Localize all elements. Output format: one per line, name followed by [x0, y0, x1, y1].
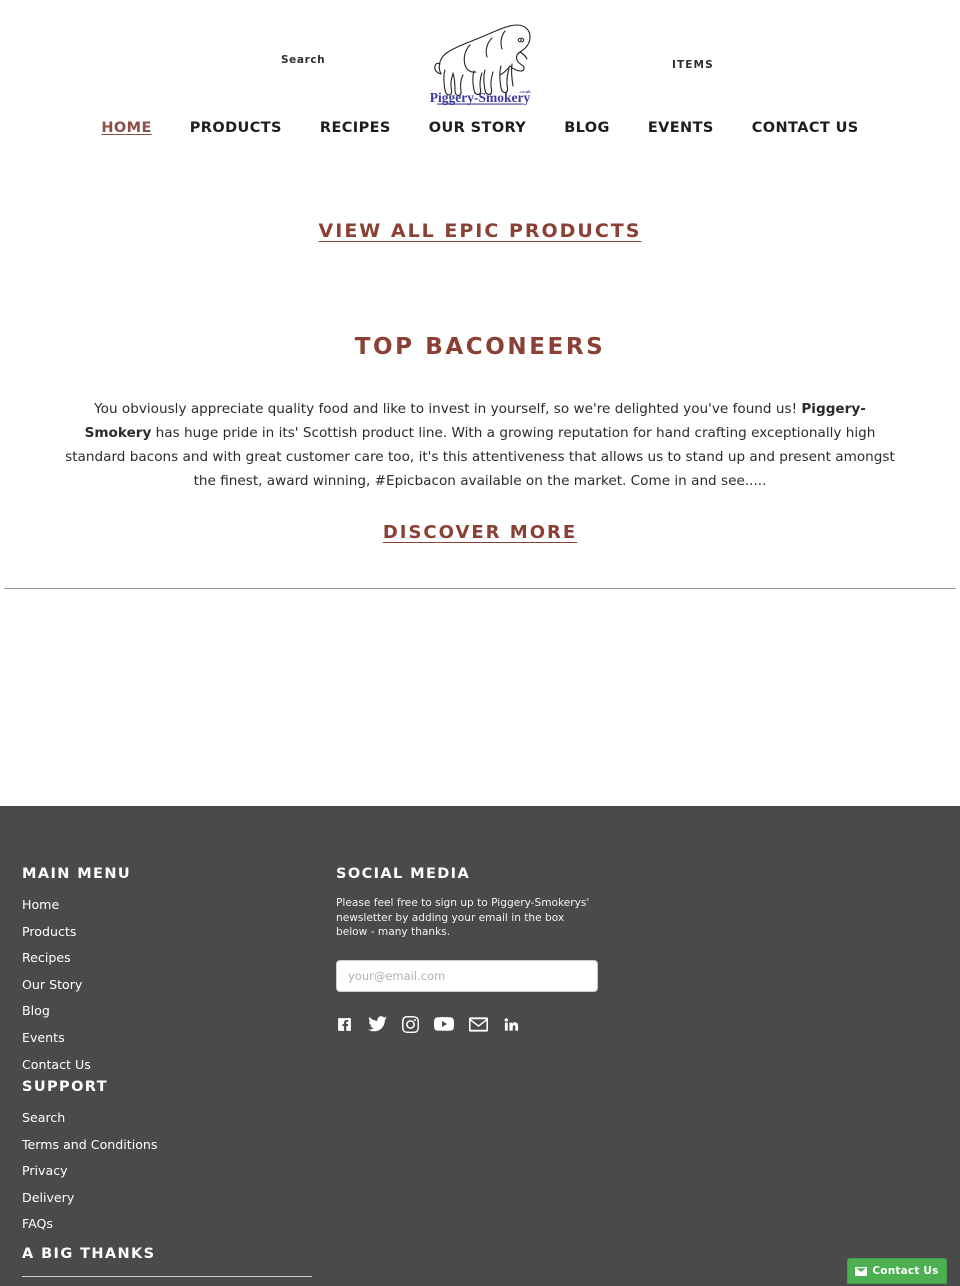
- nav-item-contact-us[interactable]: CONTACT US: [733, 118, 878, 138]
- footer-link-events[interactable]: Events: [22, 1030, 65, 1045]
- footer-link-privacy[interactable]: Privacy: [22, 1163, 68, 1178]
- footer-support-title: SUPPORT: [22, 1079, 109, 1095]
- nav-item-blog[interactable]: BLOG: [545, 118, 629, 138]
- footer-social-title: SOCIAL MEDIA: [336, 866, 471, 882]
- footer-link-home[interactable]: Home: [22, 897, 59, 912]
- nav-item-products[interactable]: PRODUCTS: [171, 118, 301, 138]
- facebook-icon[interactable]: [336, 1016, 353, 1033]
- footer-main-menu-title: MAIN MENU: [22, 866, 132, 882]
- content-divider: [4, 588, 956, 589]
- discover-more-row: DISCOVER MORE: [0, 522, 960, 543]
- thanks-divider: [22, 1276, 312, 1277]
- list-item: Products: [22, 923, 322, 941]
- footer-link-terms[interactable]: Terms and Conditions: [22, 1137, 157, 1152]
- list-item: Privacy: [22, 1162, 322, 1180]
- footer-link-faqs[interactable]: FAQs: [22, 1216, 53, 1231]
- list-item: FAQs: [22, 1215, 322, 1233]
- footer-thanks-column: A BIG THANKS Thank you folks for looking…: [22, 1246, 322, 1286]
- list-item: Blog: [22, 1002, 322, 1020]
- footer-newsletter-text: Please feel free to sign up to Piggery-S…: [336, 897, 590, 938]
- search-link[interactable]: Search: [281, 54, 325, 66]
- footer-link-contact-us[interactable]: Contact Us: [22, 1057, 91, 1072]
- list-item: Our Story: [22, 976, 322, 994]
- footer-thanks-title: A BIG THANKS: [22, 1246, 156, 1262]
- footer-link-delivery[interactable]: Delivery: [22, 1190, 74, 1205]
- list-item: Search: [22, 1109, 322, 1127]
- footer-link-our-story[interactable]: Our Story: [22, 977, 82, 992]
- nav-item-home[interactable]: HOME: [82, 118, 170, 138]
- footer-link-blog[interactable]: Blog: [22, 1003, 50, 1018]
- envelope-icon: [855, 1266, 868, 1276]
- nav-item-recipes[interactable]: RECIPES: [301, 118, 410, 138]
- site-header: Search ITEMS Piggery-Smokery .co.uk: [0, 0, 960, 118]
- contact-us-widget-button[interactable]: Contact Us: [847, 1258, 947, 1284]
- list-item: Contact Us: [22, 1056, 322, 1074]
- twitter-icon[interactable]: [368, 1015, 387, 1033]
- footer-support-column: SUPPORT Search Terms and Conditions Priv…: [22, 1079, 322, 1242]
- footer-support-list: Search Terms and Conditions Privacy Deli…: [22, 1109, 322, 1233]
- list-item: Delivery: [22, 1189, 322, 1207]
- nav-item-events[interactable]: EVENTS: [629, 118, 733, 138]
- instagram-icon[interactable]: [402, 1015, 419, 1033]
- intro-text-part2: has huge pride in its' Scottish product …: [65, 425, 895, 489]
- logo-tld: .co.uk: [519, 89, 531, 94]
- footer-main-menu-list: Home Products Recipes Our Story Blog Eve…: [22, 896, 322, 1074]
- footer-main-menu-column: MAIN MENU Home Products Recipes Our Stor…: [22, 866, 322, 1082]
- cart-items-link[interactable]: ITEMS: [672, 59, 714, 71]
- main-content: VIEW ALL EPIC PRODUCTS TOP BACONEERS You…: [0, 156, 960, 1286]
- list-item: Home: [22, 896, 322, 914]
- list-item: Events: [22, 1029, 322, 1047]
- intro-paragraph: You obviously appreciate quality food an…: [64, 397, 896, 493]
- list-item: Terms and Conditions: [22, 1136, 322, 1154]
- footer-link-products[interactable]: Products: [22, 924, 76, 939]
- linkedin-icon[interactable]: [503, 1016, 519, 1032]
- section-title-top-baconeers: TOP BACONEERS: [354, 334, 606, 360]
- nav-item-our-story[interactable]: OUR STORY: [410, 118, 545, 138]
- footer-link-search[interactable]: Search: [22, 1110, 65, 1125]
- contact-us-widget-label: Contact Us: [872, 1265, 939, 1277]
- intro-text-part1: You obviously appreciate quality food an…: [94, 401, 802, 417]
- site-logo[interactable]: Piggery-Smokery .co.uk: [422, 14, 538, 106]
- view-all-products-row: VIEW ALL EPIC PRODUCTS: [0, 156, 960, 242]
- social-icon-row: [336, 1015, 606, 1033]
- discover-more-link[interactable]: DISCOVER MORE: [383, 522, 577, 543]
- newsletter-email-input[interactable]: [336, 959, 598, 992]
- youtube-icon[interactable]: [434, 1016, 454, 1032]
- site-footer: MAIN MENU Home Products Recipes Our Stor…: [0, 806, 960, 1286]
- list-item: Recipes: [22, 949, 322, 967]
- footer-link-recipes[interactable]: Recipes: [22, 950, 71, 965]
- footer-social-column: SOCIAL MEDIA Please feel free to sign up…: [336, 866, 606, 1033]
- main-navigation: HOME PRODUCTS RECIPES OUR STORY BLOG EVE…: [0, 118, 960, 156]
- email-icon[interactable]: [469, 1016, 488, 1032]
- view-all-epic-products-link[interactable]: VIEW ALL EPIC PRODUCTS: [319, 220, 642, 242]
- logo-wordmark: Piggery-Smokery: [430, 90, 531, 105]
